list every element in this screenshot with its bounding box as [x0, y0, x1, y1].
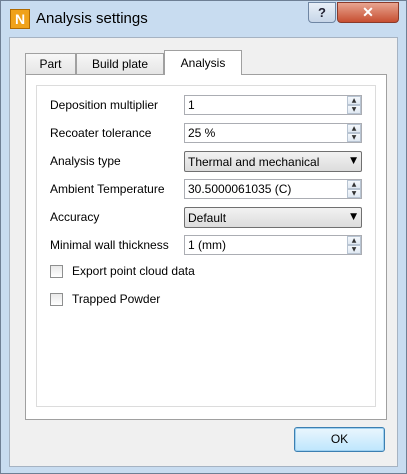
ambient-temperature-spinbox[interactable]: 30.5000061035 (C) ▲ ▼	[184, 179, 362, 199]
recoater-tolerance-spinbox[interactable]: 25 % ▲ ▼	[184, 123, 362, 143]
tab-part[interactable]: Part	[25, 53, 76, 74]
settings-group: Deposition multiplier 1 ▲ ▼ Recoater tol…	[36, 85, 376, 407]
analysis-type-dropdown[interactable]: Thermal and mechanical ▼	[184, 151, 362, 172]
analysis-type-label: Analysis type	[50, 154, 121, 168]
deposition-multiplier-spinbox[interactable]: 1 ▲ ▼	[184, 95, 362, 115]
app-logo-icon: N	[10, 9, 30, 29]
row-analysis-type: Analysis type Thermal and mechanical ▼	[37, 151, 377, 173]
tab-analysis[interactable]: Analysis	[164, 50, 242, 75]
ambient-temperature-label: Ambient Temperature	[50, 182, 165, 196]
spin-down-icon[interactable]: ▼	[347, 245, 361, 254]
trapped-powder-label[interactable]: Trapped Powder	[72, 292, 160, 306]
analysis-settings-dialog: N Analysis settings ? ✕ Part Build plate…	[0, 0, 407, 474]
accuracy-label: Accuracy	[50, 210, 100, 224]
row-accuracy: Accuracy Default ▼	[37, 207, 377, 229]
row-deposition-multiplier: Deposition multiplier 1 ▲ ▼	[37, 95, 377, 117]
deposition-multiplier-stepper[interactable]: ▲ ▼	[347, 96, 361, 114]
row-ambient-temperature: Ambient Temperature 30.5000061035 (C) ▲ …	[37, 179, 377, 201]
minimal-wall-thickness-spinbox[interactable]: 1 (mm) ▲ ▼	[184, 235, 362, 255]
recoater-tolerance-label: Recoater tolerance	[50, 126, 152, 140]
spin-up-icon[interactable]: ▲	[347, 96, 361, 105]
row-minimal-wall-thickness: Minimal wall thickness 1 (mm) ▲ ▼	[37, 235, 377, 257]
deposition-multiplier-value: 1	[188, 98, 195, 112]
spin-down-icon[interactable]: ▼	[347, 189, 361, 198]
spin-down-icon[interactable]: ▼	[347, 133, 361, 142]
export-point-cloud-checkbox[interactable]	[50, 265, 63, 278]
trapped-powder-checkbox[interactable]	[50, 293, 63, 306]
recoater-tolerance-value: 25 %	[188, 126, 216, 140]
dropdown-arrow-icon: ▼	[350, 212, 357, 222]
title-bar[interactable]: N Analysis settings ? ✕	[1, 1, 406, 37]
dropdown-arrow-icon: ▼	[350, 156, 357, 166]
spin-up-icon[interactable]: ▲	[347, 180, 361, 189]
accuracy-dropdown[interactable]: Default ▼	[184, 207, 362, 228]
tab-build-plate[interactable]: Build plate	[76, 53, 164, 74]
ambient-temperature-stepper[interactable]: ▲ ▼	[347, 180, 361, 198]
minimal-wall-thickness-stepper[interactable]: ▲ ▼	[347, 236, 361, 254]
recoater-tolerance-stepper[interactable]: ▲ ▼	[347, 124, 361, 142]
spin-down-icon[interactable]: ▼	[347, 105, 361, 114]
spin-up-icon[interactable]: ▲	[347, 236, 361, 245]
minimal-wall-thickness-value: 1 (mm)	[188, 238, 226, 252]
row-recoater-tolerance: Recoater tolerance 25 % ▲ ▼	[37, 123, 377, 145]
minimal-wall-thickness-label: Minimal wall thickness	[50, 238, 169, 252]
dialog-body: Part Build plate Analysis Deposition mul…	[9, 37, 398, 467]
help-button[interactable]: ?	[308, 2, 336, 23]
export-point-cloud-label[interactable]: Export point cloud data	[72, 264, 195, 278]
accuracy-value: Default	[188, 211, 227, 225]
deposition-multiplier-label: Deposition multiplier	[50, 98, 159, 112]
window-title: Analysis settings	[36, 10, 148, 27]
spin-up-icon[interactable]: ▲	[347, 124, 361, 133]
close-button[interactable]: ✕	[337, 2, 399, 23]
analysis-tab-panel: Deposition multiplier 1 ▲ ▼ Recoater tol…	[25, 74, 387, 420]
analysis-type-value: Thermal and mechanical	[188, 155, 320, 169]
ok-button[interactable]: OK	[294, 427, 385, 452]
ambient-temperature-value: 30.5000061035 (C)	[188, 182, 292, 196]
